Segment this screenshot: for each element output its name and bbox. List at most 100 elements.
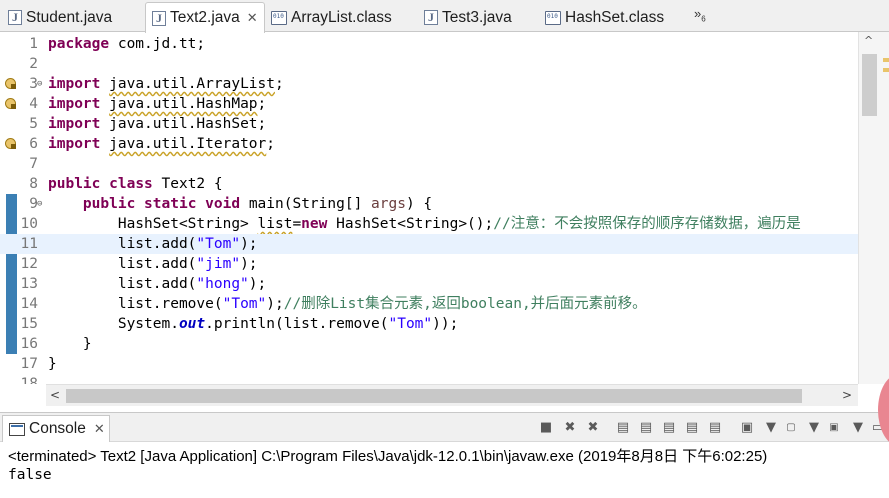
- chevron-down-icon[interactable]: ▣: [829, 420, 839, 436]
- chevron-down-icon[interactable]: ▢: [786, 420, 796, 436]
- java-file-icon: [424, 10, 438, 25]
- java-file-icon: [152, 10, 166, 26]
- code-token: ;: [266, 136, 275, 152]
- code-line[interactable]: 16 }: [0, 334, 858, 354]
- code-token: Text2 {: [152, 176, 223, 192]
- remove-all-launches-icon[interactable]: ✖: [585, 420, 601, 436]
- code-token: "hong": [196, 276, 249, 292]
- console-output[interactable]: <terminated> Text2 [Java Application] C:…: [0, 443, 889, 498]
- line-number: 15: [20, 316, 38, 332]
- line-number: 11: [20, 236, 38, 252]
- show-on-error-icon[interactable]: ▤: [707, 420, 723, 436]
- code-line[interactable]: 7: [0, 154, 858, 174]
- warning-marker[interactable]: [883, 58, 889, 62]
- code-token: ;: [257, 96, 267, 112]
- line-number: 6: [29, 136, 38, 152]
- tab-console[interactable]: Console ✕: [2, 415, 110, 442]
- minimize-icon[interactable]: ▼: [850, 420, 866, 436]
- code-token: java.util.HashMap: [109, 96, 258, 112]
- line-number: 9: [29, 196, 38, 212]
- code-editor[interactable]: 1 package com.jd.tt; 2 3 ⊖ import java.util.A…: [0, 32, 889, 384]
- code-text: import java.util.HashSet;: [48, 114, 266, 134]
- tab-arraylist-class[interactable]: ArrayList.class: [271, 3, 392, 32]
- code-text: import java.util.Iterator;: [48, 134, 275, 154]
- code-token: main(String[]: [240, 196, 372, 212]
- line-number: 8: [29, 176, 38, 192]
- code-line[interactable]: 11 list.add("Tom");: [0, 234, 858, 254]
- line-number: 5: [29, 116, 38, 132]
- code-line[interactable]: 10 HashSet<String> list=new HashSet<Stri…: [0, 214, 858, 234]
- terminate-icon[interactable]: ■: [538, 420, 554, 436]
- code-line[interactable]: 15 System.out.println(list.remove("Tom")…: [0, 314, 858, 334]
- horizontal-scroll-thumb[interactable]: [66, 389, 802, 403]
- open-console-icon[interactable]: ▼: [806, 420, 822, 436]
- class-file-icon: [271, 10, 287, 25]
- code-text: System.out.println(list.remove("Tom"));: [48, 314, 459, 334]
- editor-tab-bar: Student.java Text2.java ✕ ArrayList.clas…: [0, 0, 889, 33]
- show-on-output-icon[interactable]: ▤: [684, 420, 700, 436]
- console-tab-label: Console: [29, 420, 86, 437]
- code-text: import java.util.ArrayList;: [48, 74, 284, 94]
- code-token: java.util.ArrayList: [109, 76, 275, 92]
- class-file-icon: [545, 10, 561, 25]
- tab-text2-java[interactable]: Text2.java ✕: [145, 2, 265, 33]
- horizontal-scrollbar[interactable]: < >: [46, 384, 858, 406]
- fold-toggle-icon[interactable]: ⊖: [37, 194, 42, 214]
- code-line[interactable]: 17}: [0, 354, 858, 374]
- code-token: .println(list.remove(: [205, 316, 389, 332]
- scroll-lock-icon[interactable]: ▤: [638, 420, 654, 436]
- scroll-right-arrow[interactable]: >: [842, 388, 852, 402]
- code-token: list.add(: [48, 256, 197, 272]
- code-token: void: [205, 196, 241, 212]
- tab-hashset-class[interactable]: HashSet.class: [545, 3, 664, 32]
- code-text: list.remove("Tom");//删除List集合元素,返回boolea…: [48, 294, 647, 314]
- tab-student-java[interactable]: Student.java: [8, 3, 112, 32]
- code-line[interactable]: 13 list.add("hong");: [0, 274, 858, 294]
- line-number: 14: [20, 296, 38, 312]
- warning-marker[interactable]: [883, 68, 889, 72]
- code-token: import: [48, 76, 101, 92]
- clear-console-icon[interactable]: ▤: [615, 420, 631, 436]
- tab-overflow-button[interactable]: »6: [694, 6, 706, 24]
- remove-launch-icon[interactable]: ✖: [562, 420, 578, 436]
- vertical-scroll-thumb[interactable]: [862, 54, 877, 116]
- code-line[interactable]: 14 list.remove("Tom");//删除List集合元素,返回boo…: [0, 294, 858, 314]
- code-line[interactable]: 3 ⊖ import java.util.ArrayList;: [0, 74, 858, 94]
- hidden-tab-count: 6: [701, 14, 706, 24]
- code-line[interactable]: 4 import java.util.HashMap;: [0, 94, 858, 114]
- line-number: 16: [20, 336, 38, 352]
- code-line[interactable]: 5 import java.util.HashSet;: [0, 114, 858, 134]
- code-token: args: [371, 196, 406, 212]
- pin-console-icon[interactable]: ▣: [739, 420, 755, 436]
- code-text: HashSet<String> list=new HashSet<String>…: [48, 214, 801, 234]
- close-icon[interactable]: ✕: [94, 421, 105, 437]
- display-console-icon[interactable]: ▼: [763, 420, 779, 436]
- scroll-up-arrow[interactable]: ^: [864, 34, 873, 47]
- overview-ruler[interactable]: ^: [858, 32, 889, 384]
- line-number: 13: [20, 276, 38, 292]
- code-line[interactable]: 1 package com.jd.tt;: [0, 34, 858, 54]
- word-wrap-icon[interactable]: ▤: [661, 420, 677, 436]
- close-icon[interactable]: ✕: [247, 10, 258, 26]
- code-line[interactable]: 9 ⊖ public static void main(String[] args…: [0, 194, 858, 214]
- line-number: 1: [29, 36, 38, 52]
- line-number: 3: [29, 76, 38, 92]
- code-token: ;: [275, 76, 284, 92]
- scroll-left-arrow[interactable]: <: [50, 388, 60, 402]
- code-token: HashSet<String>: [48, 216, 258, 232]
- code-line[interactable]: 8 public class Text2 {: [0, 174, 858, 194]
- code-token: java.util.HashSet;: [100, 116, 267, 132]
- code-token: "jim": [196, 256, 241, 272]
- code-line[interactable]: 18: [0, 374, 858, 384]
- code-line[interactable]: 6 import java.util.Iterator;: [0, 134, 858, 154]
- code-line[interactable]: 12 list.add("jim");: [0, 254, 858, 274]
- code-text: import java.util.HashMap;: [48, 94, 266, 114]
- code-line[interactable]: 2: [0, 54, 858, 74]
- fold-toggle-icon[interactable]: ⊖: [37, 74, 42, 94]
- tab-test3-java[interactable]: Test3.java: [424, 3, 512, 32]
- line-number: 12: [20, 256, 38, 272]
- code-token: "Tom": [196, 236, 241, 252]
- code-text: list.add("hong");: [48, 274, 266, 294]
